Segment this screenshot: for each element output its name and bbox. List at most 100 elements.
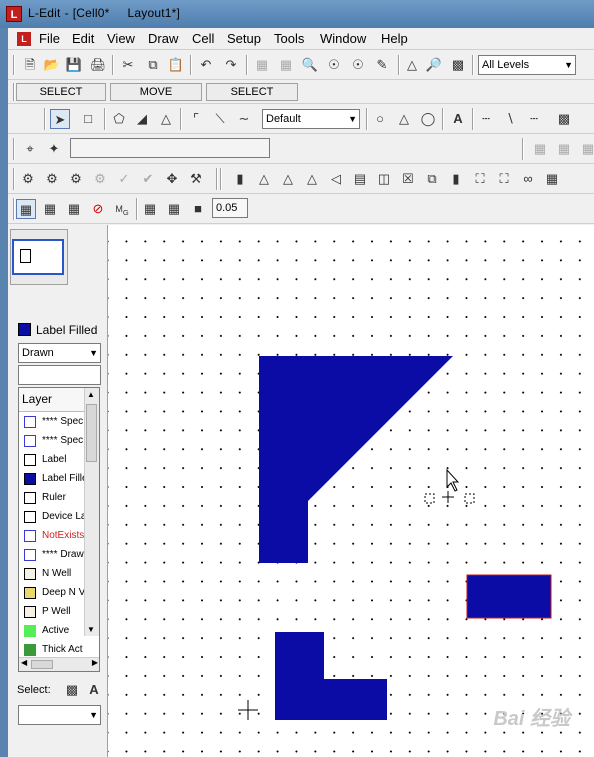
45-wire-icon[interactable]: ⟍: [210, 109, 230, 129]
verification-toolbar: ⚙ ⚙ ⚙ ⚙ ✓ ✔ ✥ ⚒ ▮ △ △ △ ◁ ▤ ◫ ☒ ⧉ ▮ ⛶ ⛶ …: [8, 164, 594, 194]
hierarchy-icon[interactable]: △: [402, 55, 422, 75]
menu-setup[interactable]: Setup: [227, 31, 261, 46]
replace-icon[interactable]: ✎: [372, 55, 392, 75]
nudge-icon[interactable]: ⛶: [494, 169, 514, 189]
flip-icon[interactable]: △: [254, 169, 274, 189]
layout-canvas[interactable]: Bai 经验: [108, 225, 594, 757]
menu-file[interactable]: File: [39, 31, 60, 46]
find-next-icon[interactable]: ☉: [324, 55, 344, 75]
print-icon[interactable]: 🖨: [88, 55, 108, 75]
redo-icon[interactable]: ↷: [221, 55, 241, 75]
crosshair-icon[interactable]: ⌖: [20, 139, 40, 159]
align-right-icon[interactable]: ▦: [578, 139, 594, 159]
copy-icon[interactable]: ⧉: [143, 55, 163, 75]
snap-vertex-icon[interactable]: ▦: [64, 199, 84, 219]
polygon-tool-icon[interactable]: ⬠: [109, 109, 129, 129]
mirror-icon[interactable]: △: [302, 169, 322, 189]
stack-icon[interactable]: ▤: [350, 169, 370, 189]
menu-cell[interactable]: Cell: [192, 31, 214, 46]
ruler-diagonal-icon[interactable]: ∖: [500, 109, 520, 129]
ruler-tool-icon[interactable]: ┄: [476, 109, 496, 129]
toolbar-grip: [220, 168, 222, 190]
group-icon[interactable]: ▮: [446, 169, 466, 189]
cell-icon[interactable]: ▮: [230, 169, 250, 189]
layer-name: P Well: [42, 606, 71, 617]
cut-icon[interactable]: ✂: [118, 55, 138, 75]
paste-icon[interactable]: 📋: [166, 55, 186, 75]
menu-view[interactable]: View: [107, 31, 135, 46]
menu-draw[interactable]: Draw: [148, 31, 178, 46]
levels-select[interactable]: All Levels ▼: [478, 55, 576, 75]
layer-search-field[interactable]: [18, 365, 101, 385]
select-arrow-icon[interactable]: ➤: [50, 109, 70, 129]
new-file-icon[interactable]: 🗎: [20, 55, 40, 75]
selected-box-shape[interactable]: [466, 574, 552, 619]
array-icon[interactable]: ▦: [542, 169, 562, 189]
select-label: Select:: [17, 684, 51, 696]
error-icon[interactable]: ✓: [114, 169, 134, 189]
select-filter-select[interactable]: ▼: [18, 705, 101, 725]
open-folder-icon[interactable]: 📂: [42, 55, 62, 75]
slice-icon[interactable]: ◫: [374, 169, 394, 189]
extract-icon[interactable]: ⚙: [18, 169, 38, 189]
wrench-icon[interactable]: ⚒: [186, 169, 206, 189]
snap-angle-icon[interactable]: ▦: [40, 199, 60, 219]
mfg-grid-icon[interactable]: MG: [112, 199, 132, 219]
select-layer-icon[interactable]: ▩: [62, 680, 82, 700]
grid-size-field[interactable]: 0.05: [212, 198, 248, 218]
snap-layer-icon[interactable]: ■: [188, 199, 208, 219]
snap-edge-icon[interactable]: ▦: [140, 199, 160, 219]
select-text-icon[interactable]: A: [84, 680, 104, 700]
save-icon[interactable]: 💾: [64, 55, 84, 75]
wire-style-select[interactable]: Default ▼: [262, 109, 360, 129]
box-x-icon[interactable]: ☒: [398, 169, 418, 189]
all-angle-wire-icon[interactable]: ∼: [234, 109, 254, 129]
rotate-icon[interactable]: ◁: [326, 169, 346, 189]
drc-disabled-icon[interactable]: ⚙: [90, 169, 110, 189]
document-icon[interactable]: L: [17, 32, 31, 46]
zoom-fit-icon[interactable]: ▦: [276, 55, 296, 75]
expand-icon[interactable]: ⛶: [470, 169, 490, 189]
magnify-icon[interactable]: 🔎: [424, 55, 444, 75]
box-tool-icon[interactable]: □: [78, 109, 98, 129]
check-icon[interactable]: ✔: [138, 169, 158, 189]
drc-box-icon[interactable]: ⚙: [66, 169, 86, 189]
layer-name: Label: [42, 454, 67, 465]
snap-grid-icon[interactable]: ▦: [16, 199, 36, 219]
polygon-shape-1[interactable]: [259, 356, 453, 563]
pie-tool-icon[interactable]: △: [394, 109, 414, 129]
ruler-ticks-icon[interactable]: ┄: [524, 109, 544, 129]
menu-window[interactable]: Window: [320, 31, 366, 46]
undo-icon[interactable]: ↶: [196, 55, 216, 75]
find-icon[interactable]: 🔍: [300, 55, 320, 75]
orthogonal-wire-icon[interactable]: ⌜: [186, 109, 206, 129]
l-shape-polygon[interactable]: [275, 632, 387, 720]
locate-icon[interactable]: ✦: [44, 139, 64, 159]
45-polygon-tool-icon[interactable]: ◢: [132, 109, 152, 129]
circle-tool-icon[interactable]: ○: [370, 109, 390, 129]
infinity-icon[interactable]: ∞: [518, 169, 538, 189]
torus-tool-icon[interactable]: ◯: [418, 109, 438, 129]
locator-field[interactable]: [70, 138, 270, 158]
triangle-tool-icon[interactable]: △: [156, 109, 176, 129]
find-all-icon[interactable]: ☉: [348, 55, 368, 75]
zoom-box-icon[interactable]: ▦: [252, 55, 272, 75]
drc-icon[interactable]: ⚙: [42, 169, 62, 189]
flip-horizontal-icon[interactable]: △: [278, 169, 298, 189]
menu-edit[interactable]: Edit: [72, 31, 94, 46]
layer-list-hscroll[interactable]: ◀ ▶: [19, 657, 99, 671]
instance-tool-icon[interactable]: ▩: [554, 109, 574, 129]
menu-tools[interactable]: Tools: [274, 31, 304, 46]
align-center-icon[interactable]: ▦: [554, 139, 574, 159]
no-snap-icon[interactable]: ⊘: [88, 199, 108, 219]
layer-mode-select[interactable]: Drawn ▼: [18, 343, 101, 363]
cross-section-icon[interactable]: ✥: [162, 169, 182, 189]
port-text-icon[interactable]: A: [448, 109, 468, 129]
layer-list-vscroll[interactable]: ▲ ▼: [84, 388, 99, 636]
align-icon[interactable]: ▦: [530, 139, 550, 159]
snap-midpoint-icon[interactable]: ▦: [164, 199, 184, 219]
cell-thumbnail[interactable]: [12, 239, 64, 275]
menu-help[interactable]: Help: [381, 31, 408, 46]
copy-objects-icon[interactable]: ⧉: [422, 169, 442, 189]
layer-palette-icon[interactable]: ▩: [448, 55, 468, 75]
